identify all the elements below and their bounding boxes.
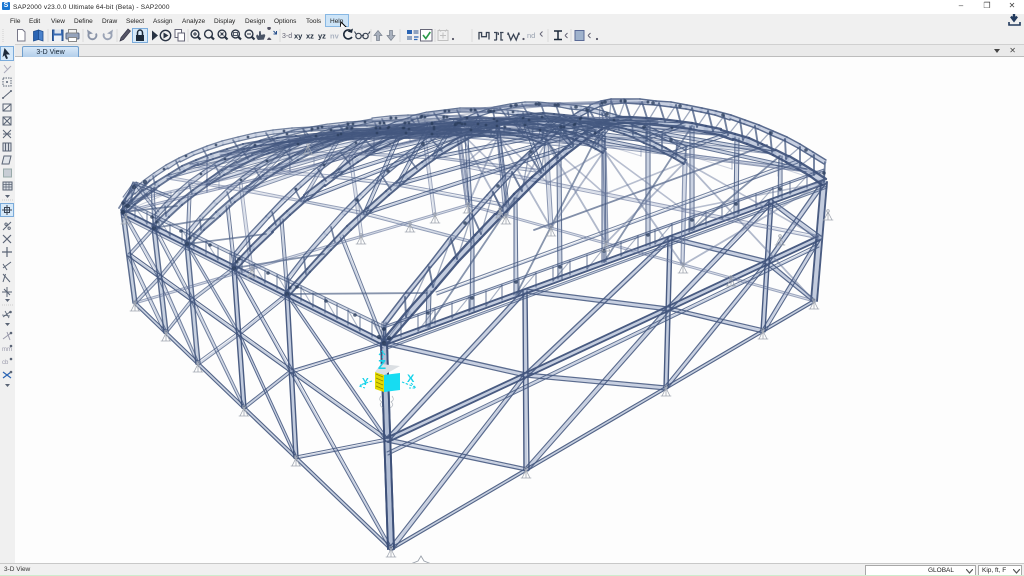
svg-text:nv: nv: [330, 32, 340, 41]
svg-text:xz: xz: [306, 32, 314, 41]
svg-text:cb: cb: [2, 360, 9, 366]
svg-text:mm: mm: [2, 347, 12, 353]
svg-text:Y: Y: [362, 377, 369, 388]
svg-text:yz: yz: [318, 32, 326, 41]
svg-text:nd: nd: [527, 31, 535, 40]
svg-text:Z: Z: [378, 357, 386, 372]
svg-text:X: X: [407, 373, 415, 385]
svg-text:3-d: 3-d: [282, 33, 292, 40]
svg-text:xy: xy: [294, 32, 303, 41]
